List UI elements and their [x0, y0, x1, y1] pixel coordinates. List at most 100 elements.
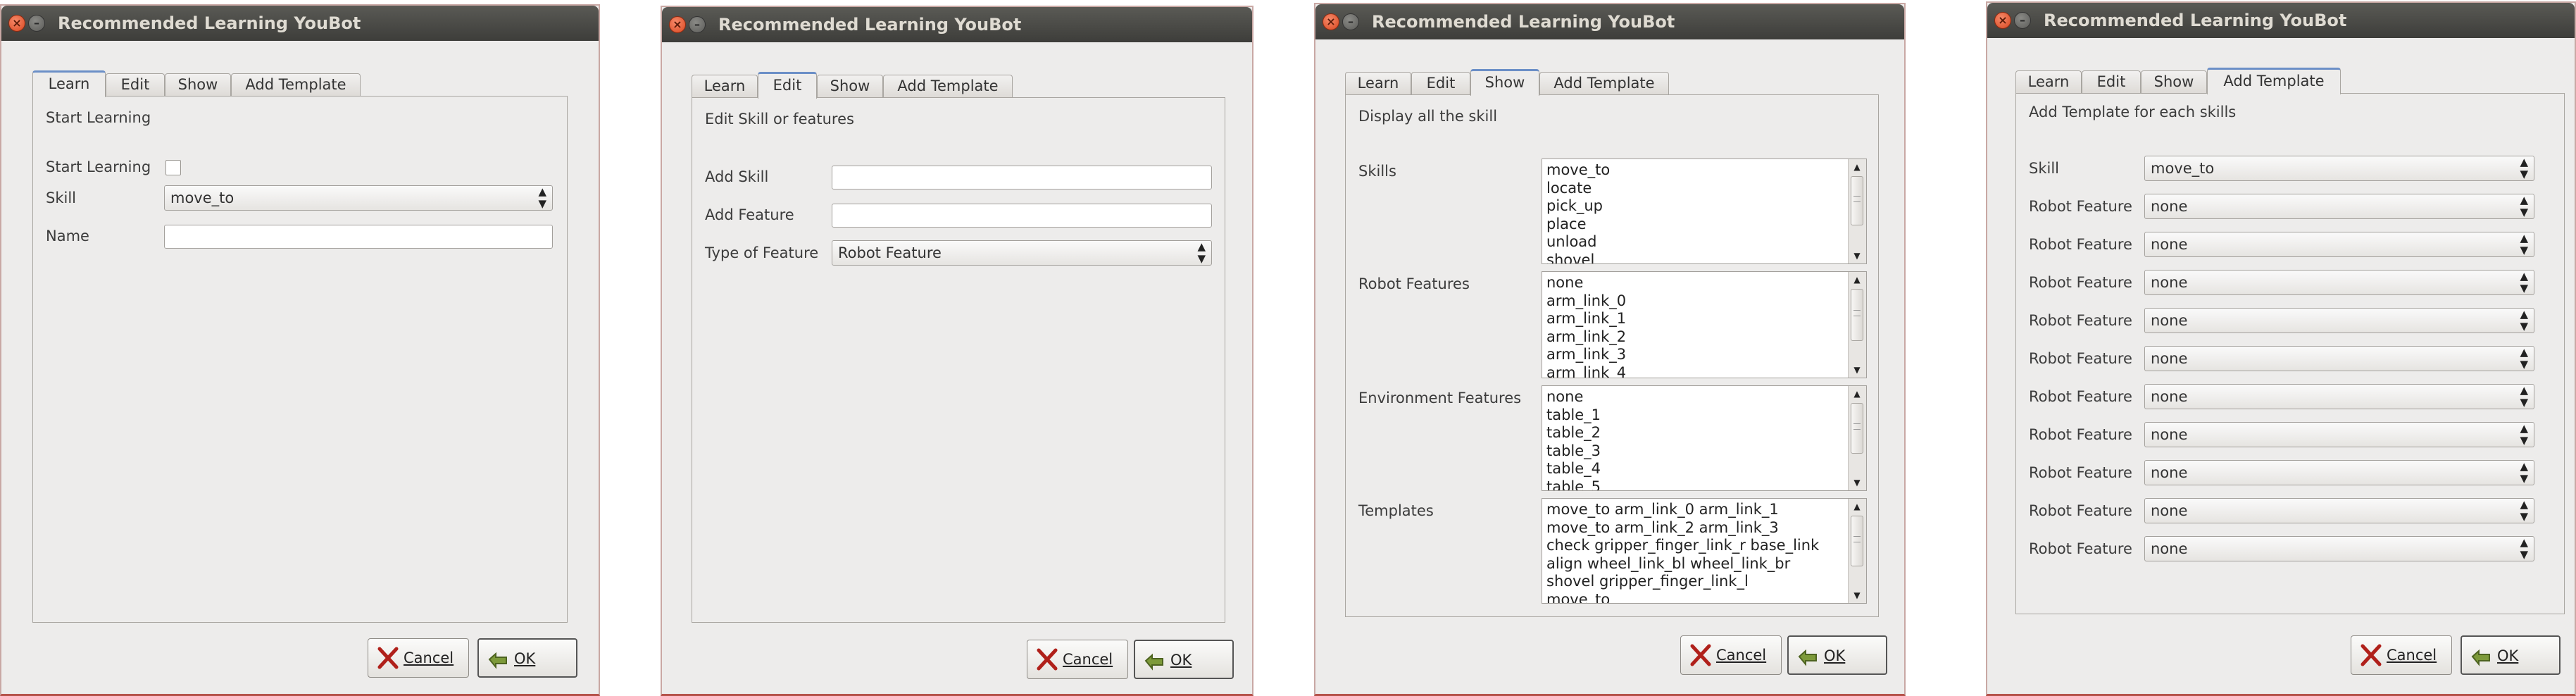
ok-button[interactable]: OK	[477, 638, 577, 678]
minimize-icon[interactable]: –	[1342, 13, 1359, 30]
ok-button[interactable]: OK	[1134, 640, 1234, 679]
minimize-icon[interactable]: –	[28, 15, 45, 32]
tab-add-template[interactable]: Add Template	[2207, 68, 2341, 94]
list-item[interactable]: move_to	[1546, 161, 1845, 180]
robot-feature-label: Robot Feature	[2029, 388, 2132, 405]
tab-show[interactable]: Show	[817, 75, 883, 97]
robot-feature-select[interactable]: none ▲ ▼	[2144, 346, 2534, 371]
robot-feature-select[interactable]: none ▲ ▼	[2144, 232, 2534, 257]
skill-select[interactable]: move_to ▲ ▼	[2144, 156, 2534, 181]
tab-add-template[interactable]: Add Template	[231, 73, 361, 96]
scrollbar[interactable]: ▲ ▼	[1848, 159, 1866, 263]
list-item[interactable]: unload	[1546, 233, 1845, 251]
list-item[interactable]: pick_up	[1546, 197, 1845, 216]
tab-learn[interactable]: Learn	[32, 70, 106, 97]
scroll-down-icon[interactable]: ▼	[1849, 588, 1865, 603]
robot-feature-select[interactable]: none ▲ ▼	[2144, 422, 2534, 447]
environment-features-list[interactable]: none table_1 table_2 table_3 table_4 tab…	[1542, 385, 1867, 491]
scroll-down-icon[interactable]: ▼	[1849, 362, 1865, 378]
list-item[interactable]: table_4	[1546, 460, 1845, 478]
scroll-thumb[interactable]	[1851, 176, 1863, 225]
tab-show[interactable]: Show	[165, 73, 231, 96]
templates-list[interactable]: move_to arm_link_0 arm_link_1 move_to ar…	[1542, 498, 1867, 604]
robot-feature-select[interactable]: none ▲ ▼	[2144, 194, 2534, 219]
list-item[interactable]: align wheel_link_bl wheel_link_br	[1546, 555, 1845, 573]
minimize-icon[interactable]: –	[689, 16, 706, 33]
skill-select[interactable]: move_to ▲ ▼	[164, 185, 553, 211]
list-item[interactable]: move_to arm_link_0 arm_link_1	[1546, 501, 1845, 519]
robot-feature-select[interactable]: none ▲ ▼	[2144, 498, 2534, 523]
list-item[interactable]: table_1	[1546, 406, 1845, 425]
close-icon[interactable]: ×	[8, 15, 25, 32]
tab-show[interactable]: Show	[1470, 69, 1539, 96]
scroll-thumb[interactable]	[1851, 516, 1863, 566]
start-learning-checkbox[interactable]	[165, 160, 181, 175]
robot-feature-select[interactable]: none ▲ ▼	[2144, 460, 2534, 485]
scroll-down-icon[interactable]: ▼	[1849, 248, 1865, 263]
scroll-up-icon[interactable]: ▲	[1849, 499, 1865, 514]
add-skill-input[interactable]	[832, 166, 1212, 189]
name-input[interactable]	[164, 225, 553, 249]
cancel-button[interactable]: Cancel	[1027, 640, 1128, 679]
scroll-up-icon[interactable]: ▲	[1849, 159, 1865, 175]
list-item[interactable]: none	[1546, 274, 1845, 292]
tab-show[interactable]: Show	[2141, 70, 2207, 93]
list-item[interactable]: arm_link_0	[1546, 292, 1845, 311]
scroll-thumb[interactable]	[1851, 403, 1863, 454]
list-item[interactable]: place	[1546, 216, 1845, 234]
ok-button[interactable]: OK	[2461, 635, 2561, 675]
list-item[interactable]: table_3	[1546, 442, 1845, 461]
ok-button[interactable]: OK	[1787, 635, 1887, 675]
minimize-icon[interactable]: –	[2014, 12, 2031, 29]
robot-feature-label: Robot Feature	[2029, 312, 2132, 329]
robot-features-list[interactable]: none arm_link_0 arm_link_1 arm_link_2 ar…	[1542, 271, 1867, 378]
add-feature-input[interactable]	[832, 204, 1212, 228]
list-item[interactable]: arm_link_2	[1546, 328, 1845, 347]
list-item[interactable]: shovel	[1546, 251, 1845, 264]
cancel-button[interactable]: Cancel	[368, 638, 469, 678]
list-item[interactable]: locate	[1546, 180, 1845, 198]
tab-edit[interactable]: Edit	[106, 73, 165, 96]
tab-add-template[interactable]: Add Template	[883, 75, 1013, 97]
list-item[interactable]: table_5	[1546, 478, 1845, 491]
updown-arrow-icon: ▲ ▼	[2520, 498, 2528, 523]
updown-arrow-icon: ▲ ▼	[2520, 460, 2528, 485]
scroll-thumb[interactable]	[1851, 289, 1863, 341]
robot-feature-select[interactable]: none ▲ ▼	[2144, 384, 2534, 409]
tab-edit[interactable]: Edit	[758, 72, 817, 99]
scroll-down-icon[interactable]: ▼	[1849, 475, 1865, 490]
list-item[interactable]: shovel gripper_finger_link_l	[1546, 573, 1845, 591]
list-item[interactable]: table_2	[1546, 424, 1845, 442]
section-heading: Display all the skill	[1358, 108, 1498, 125]
skills-list[interactable]: move_to locate pick_up place unload shov…	[1542, 159, 1867, 264]
tab-edit[interactable]: Edit	[1411, 72, 1470, 94]
tab-edit[interactable]: Edit	[2082, 70, 2141, 93]
list-item[interactable]: arm_link_1	[1546, 310, 1845, 328]
cancel-label: Cancel	[1063, 651, 1113, 668]
close-icon[interactable]: ×	[669, 16, 686, 33]
tab-learn[interactable]: Learn	[2015, 70, 2082, 93]
scrollbar[interactable]: ▲ ▼	[1848, 386, 1866, 490]
list-item[interactable]: check gripper_finger_link_r base_link	[1546, 537, 1845, 555]
scroll-up-icon[interactable]: ▲	[1849, 386, 1865, 402]
cancel-button[interactable]: Cancel	[1680, 635, 1782, 675]
list-item[interactable]: none	[1546, 388, 1845, 406]
list-item[interactable]: arm_link_3	[1546, 346, 1845, 364]
tab-learn[interactable]: Learn	[692, 75, 758, 97]
close-icon[interactable]: ×	[1994, 12, 2011, 29]
list-item[interactable]: arm_link_4	[1546, 364, 1845, 378]
scroll-up-icon[interactable]: ▲	[1849, 272, 1865, 287]
type-of-feature-select[interactable]: Robot Feature ▲ ▼	[832, 240, 1212, 266]
tab-add-template[interactable]: Add Template	[1539, 72, 1669, 94]
scrollbar[interactable]: ▲ ▼	[1848, 272, 1866, 378]
robot-feature-select[interactable]: none ▲ ▼	[2144, 308, 2534, 333]
cancel-button[interactable]: Cancel	[2351, 635, 2452, 675]
close-icon[interactable]: ×	[1323, 13, 1339, 30]
scrollbar[interactable]: ▲ ▼	[1848, 499, 1866, 603]
robot-feature-label: Robot Feature	[2029, 350, 2132, 367]
list-item[interactable]: move_to arm_link_2 arm_link_3	[1546, 519, 1845, 537]
robot-feature-select[interactable]: none ▲ ▼	[2144, 536, 2534, 561]
tab-learn[interactable]: Learn	[1345, 72, 1411, 94]
list-item[interactable]: move_to	[1546, 591, 1845, 604]
robot-feature-select[interactable]: none ▲ ▼	[2144, 270, 2534, 295]
